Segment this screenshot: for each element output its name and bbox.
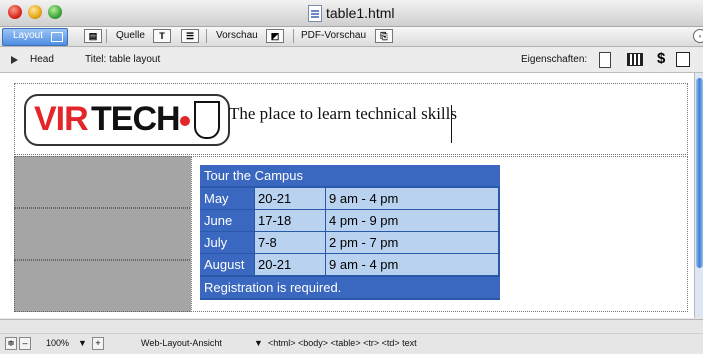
table-row[interactable]: July 7-8 2 pm - 7 pm [200,232,500,253]
pdf-vorschau-tab[interactable]: PDF-Vorschau [301,29,366,43]
virtech-logo: VIR TECH [24,94,230,146]
layout-tab-label: Layout [13,30,44,41]
title-bar: table1.html [0,0,703,27]
table-row[interactable]: June 17-18 4 pm - 9 pm [200,210,500,231]
vorschau-tab[interactable]: Vorschau [216,29,258,43]
split-icon[interactable]: ≑ [5,337,17,350]
zoom-icon[interactable] [48,5,62,19]
time-cell[interactable]: 9 am - 4 pm [326,188,498,209]
side-cell[interactable] [14,260,192,312]
properties-bar: Head Titel: table layout Eigenschaften: … [0,48,703,73]
document-icon [308,5,322,22]
scrollbar-thumb[interactable] [696,78,703,268]
eigenschaften-label: Eigenschaften: [521,54,588,65]
zoom-in-icon[interactable]: + [92,337,104,350]
properties-icon[interactable] [599,52,611,68]
zoom-level[interactable]: 100% [46,338,69,348]
vertical-scrollbar[interactable] [694,73,703,318]
view-mode-select[interactable]: Web-Layout-Ansicht [141,338,222,348]
side-cell[interactable] [14,156,192,208]
date-cell[interactable]: 20-21 [255,188,325,209]
logo-red-text: VIR [34,100,89,138]
minimize-icon[interactable] [28,5,42,19]
toolbar-menu-icon[interactable]: ◦ [693,29,703,43]
toolbar-divider [106,29,107,43]
date-cell[interactable]: 20-21 [255,254,325,275]
pdf-icon[interactable]: ⎘ [375,29,393,43]
play-icon[interactable] [11,56,18,64]
zoom-out-icon[interactable]: – [19,337,31,350]
month-cell[interactable]: May [200,188,254,209]
month-cell[interactable]: June [200,210,254,231]
zoom-dropdown-icon[interactable]: ▼ [78,338,87,348]
head-toggle[interactable]: Head [30,53,54,67]
time-cell[interactable]: 4 pm - 9 pm [326,210,498,231]
tag-breadcrumb[interactable]: <html> <body> <table> <tr> <td> text [268,338,417,348]
toolbar-divider [206,29,207,43]
film-icon[interactable] [627,53,643,66]
status-row: ≑ – 100% ▼ + Web-Layout-Ansicht ▼ <html>… [0,333,703,354]
table-row[interactable]: May 20-21 9 am - 4 pm [200,188,500,209]
view-toolbar: Layout ▤ Quelle T ☰ Vorschau ◩ PDF-Vorsc… [0,27,703,47]
toolbar-divider [293,29,294,43]
preview-icon[interactable]: ◩ [266,29,284,43]
text-icon[interactable]: T [153,29,171,43]
window-title: table1.html [326,5,395,21]
date-cell[interactable]: 7-8 [255,232,325,253]
split-view-icon[interactable]: ☰ [181,29,199,43]
time-cell[interactable]: 2 pm - 7 pm [326,232,498,253]
tag-icon[interactable] [676,52,690,67]
layout-tab[interactable]: Layout [2,28,68,46]
close-icon[interactable] [8,5,22,19]
logo-black-text: TECH [91,100,181,138]
status-bar: ≑ – 100% ▼ + Web-Layout-Ansicht ▼ <html>… [0,319,703,353]
month-cell[interactable]: July [200,232,254,253]
month-cell[interactable]: August [200,254,254,275]
side-cell[interactable] [14,208,192,260]
tagline-text[interactable]: The place to learn technical skills [229,104,457,124]
logo-dot [180,116,190,126]
page-title-field[interactable]: Titel: table layout [85,53,160,67]
table-icon[interactable]: ▤ [84,29,102,43]
tour-table-title[interactable]: Tour the Campus [200,165,500,186]
view-mode-dropdown-icon[interactable]: ▼ [254,338,263,348]
time-cell[interactable]: 9 am - 4 pm [326,254,498,275]
date-cell[interactable]: 17-18 [255,210,325,231]
table-row[interactable]: August 20-21 9 am - 4 pm [200,254,500,275]
tour-table[interactable]: Tour the Campus May 20-21 9 am - 4 pm Ju… [200,165,500,300]
quelle-tab[interactable]: Quelle [116,29,145,43]
link-icon[interactable]: $ [657,50,665,67]
text-cursor [451,105,452,143]
tour-table-footer[interactable]: Registration is required. [200,277,500,298]
logo-u-shape [194,101,220,139]
layout-icon [51,32,63,42]
